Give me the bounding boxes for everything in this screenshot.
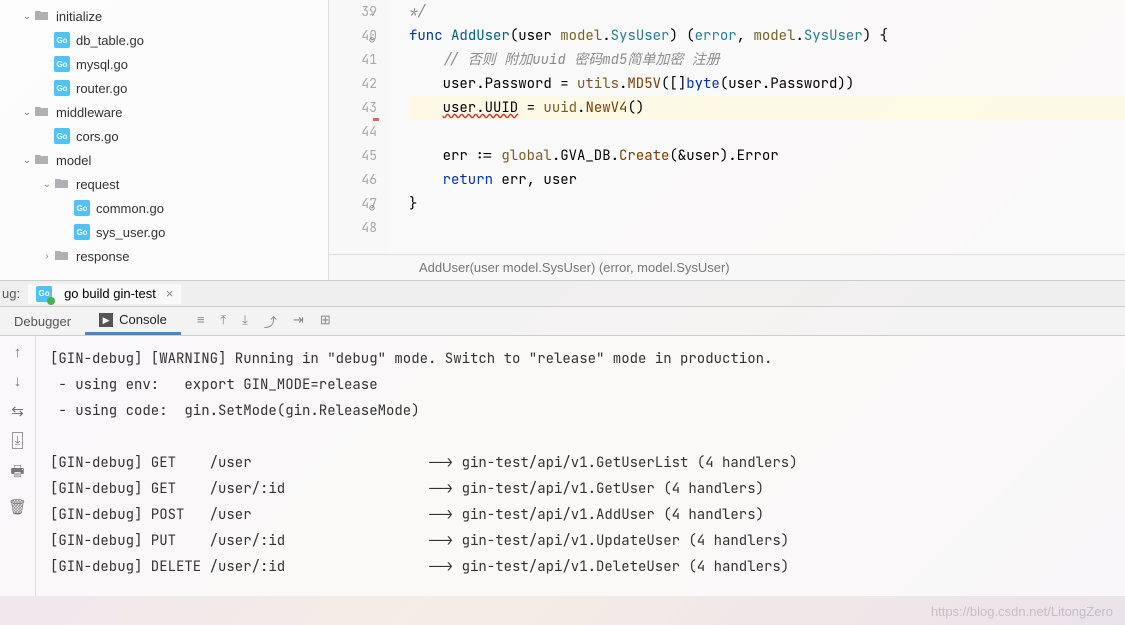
run-config-name: go build gin-test [64,286,156,301]
go-file-icon: Go [74,200,90,216]
toolbar-icon[interactable]: ⤒ [220,312,226,331]
console-gutter-icon[interactable]: ⇆ [11,402,24,420]
tree-item-sys-user-go[interactable]: Gosys_user.go [0,220,328,244]
close-icon[interactable]: × [166,286,174,301]
folder-icon [34,8,50,24]
breadcrumb-text: AddUser(user model.SysUser) (error, mode… [419,260,730,275]
tab-debugger[interactable]: Debugger [0,307,85,335]
console-gutter-icon[interactable]: ↓ [14,373,22,390]
tree-item-request[interactable]: ⌄request [0,172,328,196]
tree-item-cors-go[interactable]: Gocors.go [0,124,328,148]
tree-item-router-go[interactable]: Gorouter.go [0,76,328,100]
tree-item-middleware[interactable]: ⌄middleware [0,100,328,124]
tree-item-response[interactable]: ›response [0,244,328,268]
tree-item-initialize[interactable]: ⌄initialize [0,4,328,28]
folder-icon [34,152,50,168]
toolbar-icon[interactable]: ⊞ [320,312,331,331]
toolbar-icon[interactable]: ≡ [197,312,205,331]
folder-icon [54,248,70,264]
folder-icon [54,176,70,192]
toolbar-icon[interactable]: ⤓ [242,312,248,331]
go-file-icon: Go [54,56,70,72]
console-gutter-icon[interactable]: ↑ [14,344,22,361]
code-content[interactable]: */func AddUser(user model.SysUser) (erro… [389,0,1125,254]
panel-toolbar: ≡ ⤒ ⤓ ⤴ ⇥ ⊞ [197,312,331,331]
code-editor: 39⌃40⊖41424344454647⊖48 */func AddUser(u… [329,0,1125,280]
toolbar-icon[interactable]: ⤴ [264,312,277,331]
tree-item-model[interactable]: ⌄model [0,148,328,172]
toolbar-icon[interactable]: ⇥ [293,312,304,331]
console-icon: ▶ [99,313,113,327]
go-file-icon: Go [54,32,70,48]
console-gutter-icon[interactable]: 🗑 [8,498,27,516]
folder-icon [34,104,50,120]
tree-item-mysql-go[interactable]: Gomysql.go [0,52,328,76]
line-gutter: 39⌃40⊖41424344454647⊖48 [329,0,389,254]
file-tree: ⌄initializeGodb_table.goGomysql.goGorout… [0,0,329,280]
tree-item-common-go[interactable]: Gocommon.go [0,196,328,220]
run-tab-bar: ug: Go go build gin-test × [0,280,1125,306]
panel-tabs: Debugger ▶ Console ≡ ⤒ ⤓ ⤴ ⇥ ⊞ [0,306,1125,336]
go-file-icon: Go [74,224,90,240]
breadcrumb[interactable]: AddUser(user model.SysUser) (error, mode… [329,254,1125,280]
tab-console[interactable]: ▶ Console [85,307,181,335]
console-gutter: ↑ ↓ ⇆ ⤓ 🖶 🗑 [0,336,36,596]
watermark: https://blog.csdn.net/LitongZero [931,604,1113,619]
console-gutter-icon[interactable]: ⤓ [12,432,23,449]
go-icon: Go [36,286,52,302]
run-label: ug: [2,286,20,301]
go-file-icon: Go [54,128,70,144]
run-config-tab[interactable]: Go go build gin-test × [28,284,181,304]
console-gutter-icon[interactable]: 🖶 [10,461,24,486]
console-output[interactable]: [GIN-debug] [WARNING] Running in "debug"… [36,336,1125,596]
tree-item-db-table-go[interactable]: Godb_table.go [0,28,328,52]
go-file-icon: Go [54,80,70,96]
